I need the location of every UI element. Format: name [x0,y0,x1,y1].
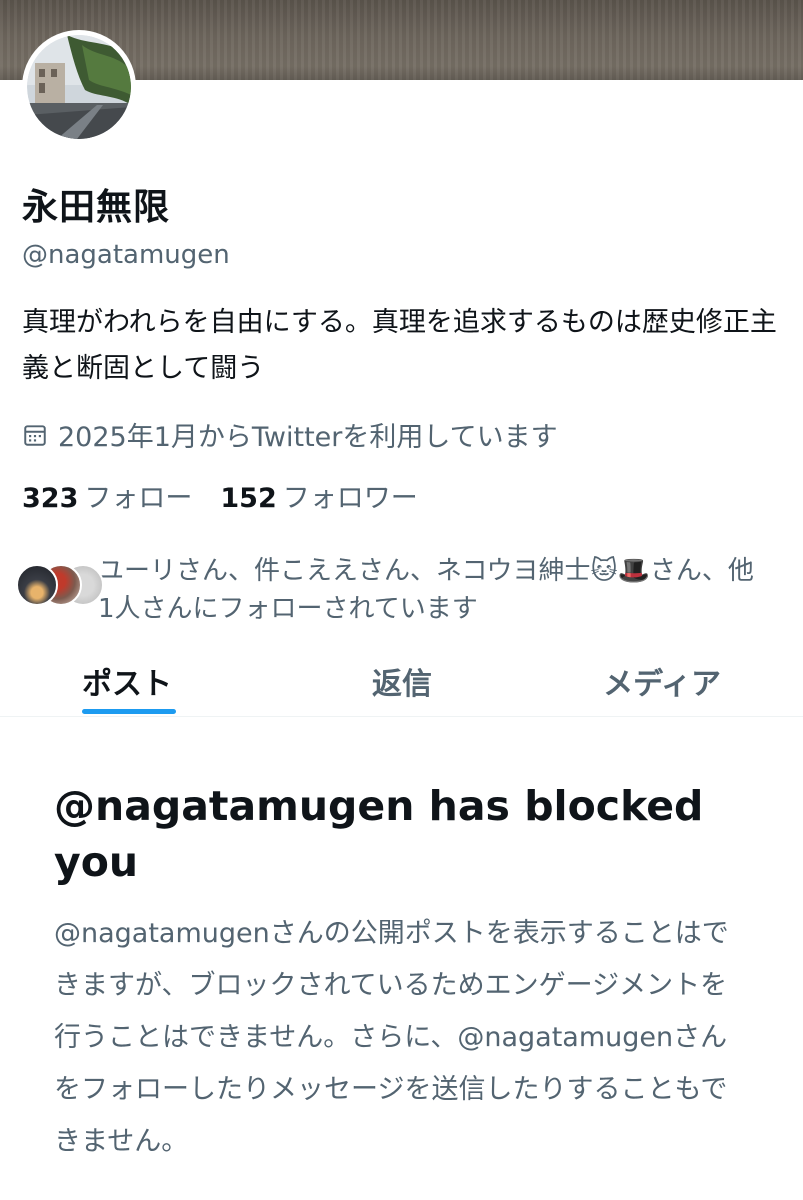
active-tab-indicator [82,709,176,714]
joined-text: 2025年1月からTwitterを利用しています [58,422,558,453]
tab-posts[interactable]: ポスト [0,645,268,716]
profile-display-name: 永田無限 [22,187,171,228]
tab-posts-label: ポスト [82,667,172,702]
tab-media[interactable]: メディア [536,645,803,716]
follow-counts: 323 フォロー 152 フォロワー [22,476,418,515]
followers-link[interactable]: 152 フォロワー [220,476,417,515]
following-count: 323 [22,483,79,514]
followed-by-avatars [16,564,104,610]
followers-count: 152 [220,483,277,514]
tab-media-label: メディア [603,667,721,702]
followed-by[interactable]: ユーリさん、件こええさん、ネコウヨ紳士🐱🎩さん、他1人さんにフォローされています [16,552,758,628]
profile-bio: 真理がわれらを自由にする。真理を追求するものは歴史修正主義と断固として闘う [22,307,777,384]
blocked-title: @nagatamugen has blocked you [54,782,704,886]
tab-replies-label: 返信 [372,667,432,702]
followers-label: フォロワー [282,483,418,514]
following-label: フォロー [84,483,193,514]
joined-date: 2025年1月からTwitterを利用しています [22,415,558,454]
profile-tabs: ポスト 返信 メディア [0,645,803,717]
blocked-message: @nagatamugenさんの公開ポストを表示することはできますが、ブロックされ… [54,918,729,1157]
followed-by-text: ユーリさん、件こええさん、ネコウヨ紳士🐱🎩さん、他1人さんにフォローされています [98,556,754,624]
follower-avatar [16,564,58,606]
calendar-icon [24,424,46,446]
avatar-image [27,35,131,139]
profile-avatar[interactable] [22,30,136,144]
tab-replies[interactable]: 返信 [268,645,536,716]
profile-handle: @nagatamugen [22,240,230,270]
following-link[interactable]: 323 フォロー [22,476,192,515]
